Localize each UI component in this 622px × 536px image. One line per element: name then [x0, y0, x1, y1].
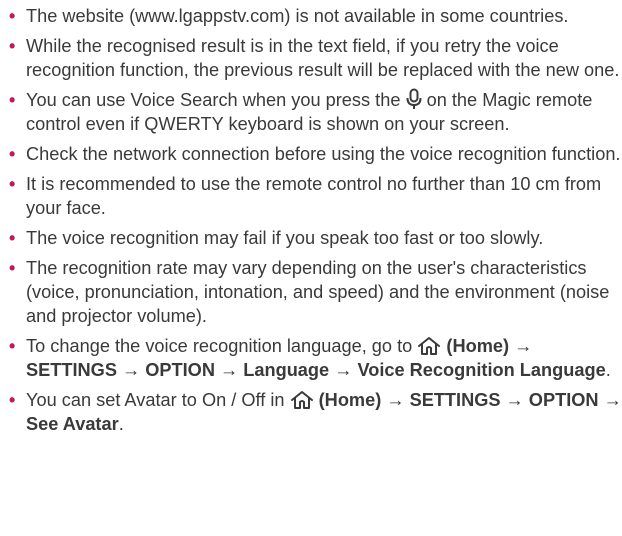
note-text: It is recommended to use the remote cont…	[26, 174, 602, 218]
bullet-icon: •	[9, 90, 16, 110]
bullet-icon: •	[9, 258, 16, 278]
list-item: • You can use Voice Search when you pres…	[6, 88, 622, 136]
list-item: • Check the network connection before us…	[6, 142, 622, 166]
bullet-icon: •	[9, 144, 16, 164]
home-icon	[417, 336, 441, 356]
list-item: • It is recommended to use the remote co…	[6, 172, 622, 220]
bullet-icon: •	[9, 336, 16, 356]
note-text: The website (www.lgappstv.com) is not av…	[26, 6, 569, 26]
bullet-icon: •	[9, 6, 16, 26]
note-text: The voice recognition may fail if you sp…	[26, 228, 544, 248]
bullet-icon: •	[9, 174, 16, 194]
list-item: • You can set Avatar to On / Off in (Hom…	[6, 388, 622, 436]
note-text-before: To change the voice recognition language…	[26, 336, 413, 356]
microphone-icon	[406, 88, 422, 110]
list-item: • To change the voice recognition langua…	[6, 334, 622, 382]
list-item: • The recognition rate may vary dependin…	[6, 256, 622, 328]
note-text: While the recognised result is in the te…	[26, 36, 620, 80]
note-text: Check the network connection before usin…	[26, 144, 621, 164]
bullet-icon: •	[9, 390, 16, 410]
home-icon	[290, 390, 314, 410]
note-text-before: You can use Voice Search when you press …	[26, 90, 401, 110]
note-text-after: .	[605, 360, 611, 380]
notes-list: • The website (www.lgappstv.com) is not …	[6, 4, 622, 436]
list-item: • The voice recognition may fail if you …	[6, 226, 622, 250]
list-item: • The website (www.lgappstv.com) is not …	[6, 4, 622, 28]
note-text-before: You can set Avatar to On / Off in	[26, 390, 285, 410]
note-text: The recognition rate may vary depending …	[26, 258, 610, 326]
bullet-icon: •	[9, 228, 16, 248]
document-page: • The website (www.lgappstv.com) is not …	[0, 0, 622, 536]
bullet-icon: •	[9, 36, 16, 56]
note-text-after: .	[118, 414, 124, 434]
list-item: • While the recognised result is in the …	[6, 34, 622, 82]
